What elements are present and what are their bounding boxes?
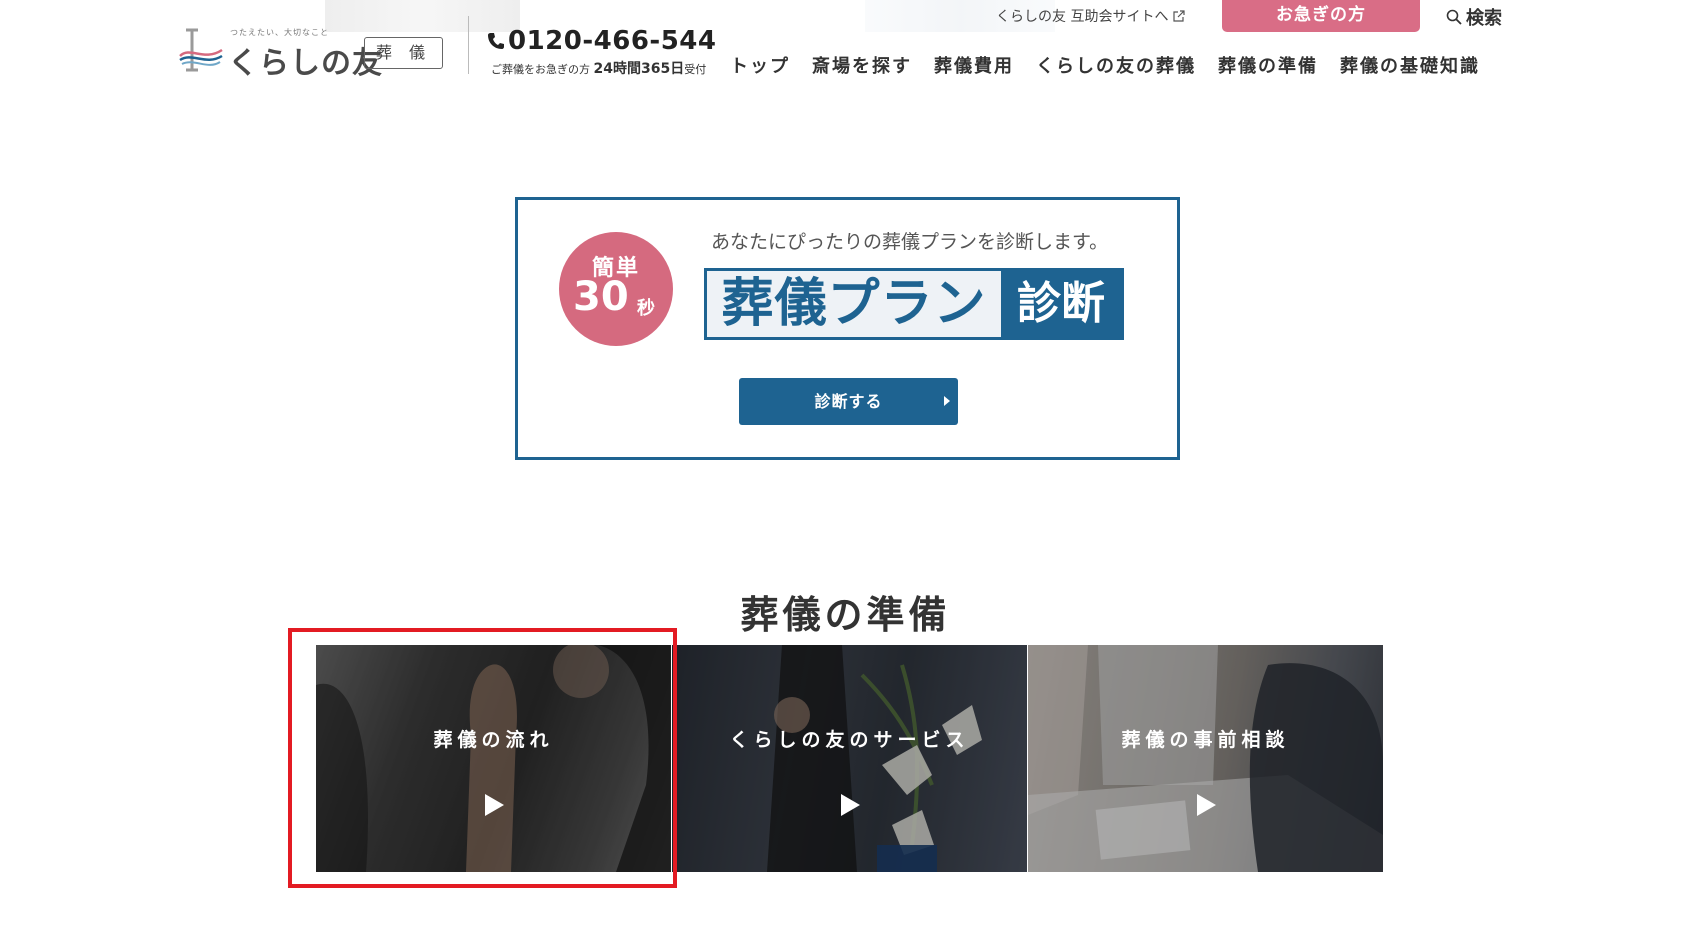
- logo-text: くらしの友: [228, 46, 383, 81]
- header-divider: [468, 16, 469, 74]
- chevron-right-icon: [944, 396, 950, 406]
- nav-item-costs[interactable]: 葬儀費用: [934, 52, 1014, 78]
- nav-item-find-hall[interactable]: 斎場を探す: [812, 52, 912, 78]
- diagnosis-title-main: 葬儀プラン: [707, 271, 1001, 337]
- play-icon: [1196, 794, 1216, 816]
- start-diagnosis-button[interactable]: 診断する: [739, 378, 958, 425]
- search-label: 検索: [1466, 8, 1502, 29]
- phone-link[interactable]: 0120-466-544: [487, 26, 717, 56]
- external-link-icon: [1173, 10, 1186, 22]
- search-icon: [1446, 9, 1462, 25]
- search-button[interactable]: 検索: [1446, 4, 1502, 30]
- category-badge: 葬 儀: [364, 37, 443, 69]
- card-label: 葬儀の事前相談: [1121, 729, 1290, 751]
- urgent-contact-button[interactable]: お急ぎの方: [1222, 0, 1420, 32]
- phone-note-suffix: 受付: [684, 63, 707, 76]
- nav-item-top[interactable]: トップ: [730, 52, 790, 78]
- phone-hours-note: ご葬儀をお急ぎの方 24時間365日受付: [491, 58, 706, 78]
- card-overlay: [1028, 645, 1383, 872]
- site-logo[interactable]: つたえたい、大切なこと くらしの友: [178, 22, 382, 81]
- diagnosis-lead-text: あなたにぴったりの葬儀プランを診断します。: [711, 231, 1109, 253]
- nav-item-preparation[interactable]: 葬儀の準備: [1218, 52, 1318, 78]
- mutual-aid-site-link[interactable]: くらしの友 互助会サイトへ: [996, 6, 1186, 26]
- quick-30-seconds-badge: 簡単 30 秒: [559, 232, 673, 346]
- card-advance-consultation[interactable]: 葬儀の事前相談: [1028, 645, 1383, 872]
- card-our-services[interactable]: くらしの友のサービス: [672, 645, 1027, 872]
- section-title-preparation: 葬儀の準備: [740, 593, 951, 637]
- phone-note-hours: 24時間365日: [593, 61, 685, 77]
- card-overlay: [672, 645, 1027, 872]
- logo-mark-icon: [179, 28, 223, 72]
- badge-seconds-number: 30: [573, 274, 629, 320]
- logo-tagline: つたえたい、大切なこと: [230, 28, 329, 37]
- nav-item-our-funeral[interactable]: くらしの友の葬儀: [1036, 52, 1196, 78]
- phone-icon: [488, 33, 504, 49]
- badge-seconds-unit: 秒: [637, 298, 655, 319]
- mutual-aid-site-label: くらしの友 互助会サイトへ: [996, 9, 1169, 25]
- card-label: くらしの友のサービス: [729, 729, 970, 751]
- nav-item-basics[interactable]: 葬儀の基礎知識: [1340, 52, 1480, 78]
- phone-number: 0120-466-544: [508, 26, 717, 56]
- diagnosis-title: 葬儀プラン 診断: [704, 268, 1124, 340]
- play-icon: [840, 794, 860, 816]
- global-nav: トップ 斎場を探す 葬儀費用 くらしの友の葬儀 葬儀の準備 葬儀の基礎知識: [730, 52, 1480, 78]
- page: つたえたい、大切なこと くらしの友 葬 儀 0120-466-544 ご葬儀をお…: [0, 0, 1691, 943]
- plan-diagnosis-banner[interactable]: 簡単 30 秒 あなたにぴったりの葬儀プランを診断します。 葬儀プラン 診断 診…: [515, 197, 1180, 460]
- diagnosis-title-sub: 診断: [1001, 271, 1121, 337]
- start-diagnosis-label: 診断する: [814, 392, 883, 411]
- highlight-box-funeral-flow: [288, 628, 677, 888]
- phone-note-prefix: ご葬儀をお急ぎの方: [491, 63, 590, 76]
